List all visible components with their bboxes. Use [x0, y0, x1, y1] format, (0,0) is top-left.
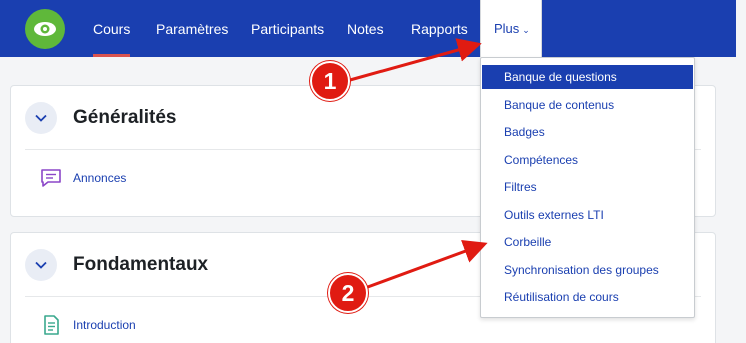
activity-introduction[interactable]: Introduction — [39, 313, 136, 337]
top-navbar: Cours Paramètres Participants Notes Rapp… — [0, 0, 746, 57]
menu-item-filtres[interactable]: Filtres — [482, 175, 693, 199]
menu-item-badges[interactable]: Badges — [482, 120, 693, 144]
activity-label: Introduction — [73, 318, 136, 332]
annotation-badge-2: 2 — [328, 273, 368, 313]
more-dropdown-menu: Banque de questions Banque de contenus B… — [480, 57, 695, 318]
section-toggle-button[interactable] — [25, 249, 57, 281]
section-toggle-button[interactable] — [25, 102, 57, 134]
menu-item-banque-de-questions[interactable]: Banque de questions — [482, 65, 693, 89]
eye-icon — [34, 22, 56, 36]
menu-item-outils-externes-lti[interactable]: Outils externes LTI — [482, 203, 693, 227]
menu-item-competences[interactable]: Compétences — [482, 148, 693, 172]
nav-cours[interactable]: Cours — [93, 0, 131, 57]
chevron-down-icon: ⌄ — [522, 25, 530, 35]
chevron-down-icon — [35, 114, 47, 122]
navbar-edge — [736, 0, 746, 57]
menu-item-banque-de-contenus[interactable]: Banque de contenus — [482, 93, 693, 117]
section-title: Généralités — [73, 107, 177, 128]
activity-annonces[interactable]: Annonces — [39, 166, 126, 190]
nav-notes[interactable]: Notes — [347, 0, 384, 57]
page-icon — [44, 315, 59, 335]
annotation-badge-1: 1 — [310, 61, 350, 101]
forum-icon — [41, 169, 61, 187]
chevron-down-icon — [35, 261, 47, 269]
activity-label: Annonces — [73, 171, 127, 185]
nav-more-button[interactable]: Plus ⌄ — [480, 0, 542, 57]
menu-item-reutilisation-de-cours[interactable]: Réutilisation de cours — [482, 285, 693, 309]
nav-more-label: Plus — [494, 21, 520, 36]
menu-item-synchronisation-des-groupes[interactable]: Synchronisation des groupes — [482, 258, 693, 282]
site-logo[interactable] — [25, 9, 65, 49]
nav-participants[interactable]: Participants — [251, 0, 324, 57]
section-title: Fondamentaux — [73, 254, 209, 275]
nav-parametres[interactable]: Paramètres — [156, 0, 228, 57]
nav-rapports[interactable]: Rapports — [411, 0, 468, 57]
menu-item-corbeille[interactable]: Corbeille — [482, 230, 693, 254]
